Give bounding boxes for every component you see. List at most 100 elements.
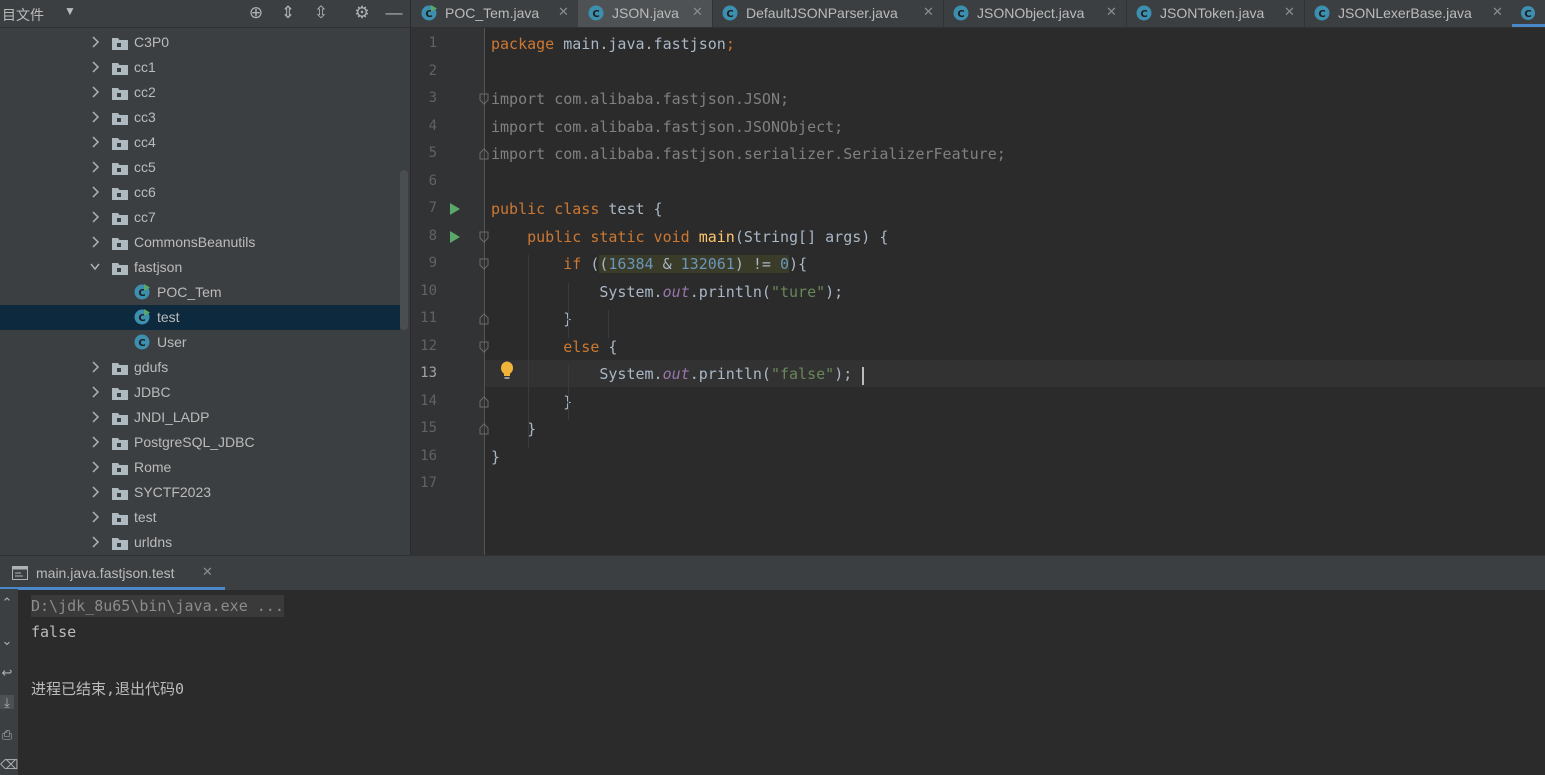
chevron-right-icon[interactable] <box>90 535 100 549</box>
chevron-right-icon[interactable] <box>90 135 100 149</box>
chevron-right-icon[interactable] <box>90 510 100 524</box>
run-gutter-icon[interactable] <box>448 202 462 216</box>
console-command[interactable]: D:\jdk_8u65\bin\java.exe ... <box>31 595 284 617</box>
fold-icon[interactable] <box>479 341 489 353</box>
close-icon[interactable]: ✕ <box>1492 4 1503 20</box>
tree-item[interactable]: cc4 <box>0 130 400 155</box>
run-tab[interactable]: main.java.fastjson.test ✕ <box>0 556 225 590</box>
scroll-up-icon[interactable]: ⌃ <box>0 595 14 610</box>
lightbulb-icon[interactable] <box>500 361 514 381</box>
code-line[interactable]: package main.java.fastjson; <box>491 35 735 53</box>
tree-item[interactable]: Ctest <box>0 305 400 330</box>
editor-tab[interactable]: C POC_Tem.java ✕ <box>411 0 579 27</box>
close-icon[interactable]: ✕ <box>1106 4 1117 20</box>
code-line[interactable]: import com.alibaba.fastjson.JSON; <box>491 90 789 108</box>
chevron-right-icon[interactable] <box>90 235 100 249</box>
chevron-right-icon[interactable] <box>90 485 100 499</box>
code-line[interactable]: } <box>491 393 572 411</box>
run-gutter-icon[interactable] <box>448 230 462 244</box>
tab-overflow[interactable]: C <box>1512 0 1545 27</box>
chevron-right-icon[interactable] <box>90 185 100 199</box>
fold-icon[interactable] <box>479 395 489 408</box>
print-icon[interactable]: ⎙ <box>0 727 14 742</box>
locate-icon[interactable]: ⊕ <box>246 3 266 23</box>
code-line[interactable]: public class test { <box>491 200 663 218</box>
tree-item[interactable]: cc1 <box>0 55 400 80</box>
chevron-right-icon[interactable] <box>90 460 100 474</box>
chevron-right-icon[interactable] <box>90 210 100 224</box>
fold-icon[interactable] <box>479 313 489 325</box>
chevron-right-icon[interactable] <box>90 85 100 99</box>
chevron-right-icon[interactable] <box>90 35 100 49</box>
tree-item[interactable]: test <box>0 505 400 530</box>
chevron-right-icon[interactable] <box>90 160 100 174</box>
editor-tab[interactable]: C JSONToken.java ✕ <box>1126 0 1305 27</box>
fold-icon[interactable] <box>479 231 489 243</box>
tree-item-label: POC_Tem <box>157 284 222 300</box>
chevron-down-icon[interactable] <box>90 260 100 274</box>
chevron-down-icon[interactable]: ▼ <box>64 4 76 18</box>
tree-item[interactable]: JDBC <box>0 380 400 405</box>
code-token: "false" <box>770 365 835 383</box>
editor-tab[interactable]: C JSONLexerBase.java ✕ <box>1304 0 1513 27</box>
close-icon[interactable]: ✕ <box>923 4 934 20</box>
close-icon[interactable]: ✕ <box>202 564 213 580</box>
soft-wrap-icon[interactable]: ↩ <box>0 665 14 680</box>
close-icon[interactable]: ✕ <box>1284 4 1295 20</box>
tree-item[interactable]: fastjson <box>0 255 400 280</box>
chevron-right-icon[interactable] <box>90 410 100 424</box>
code-line[interactable]: System.out.println("ture"); <box>491 283 843 301</box>
tree-item[interactable]: C POC_Tem <box>0 280 400 305</box>
code-line[interactable]: import com.alibaba.fastjson.JSONObject; <box>491 118 843 136</box>
close-icon[interactable]: ✕ <box>692 4 703 20</box>
scroll-down-icon[interactable]: ⌄ <box>0 633 14 648</box>
tree-item[interactable]: gdufs <box>0 355 400 380</box>
code-line[interactable]: System.out.println("false"); <box>491 365 852 383</box>
minimize-icon[interactable]: — <box>384 3 404 23</box>
trash-icon[interactable]: ⌫ <box>0 757 18 772</box>
fold-icon[interactable] <box>479 148 489 160</box>
chevron-right-icon[interactable] <box>90 60 100 74</box>
tree-item[interactable]: cc6 <box>0 180 400 205</box>
code-token: System. <box>491 282 663 301</box>
tree-item[interactable]: cc7 <box>0 205 400 230</box>
chevron-right-icon[interactable] <box>90 435 100 449</box>
fold-icon[interactable] <box>479 258 489 270</box>
collapse-all-icon[interactable]: ⇳ <box>311 3 331 23</box>
close-icon[interactable]: ✕ <box>558 4 569 20</box>
tree-item[interactable]: cc5 <box>0 155 400 180</box>
tree-scrollbar[interactable] <box>400 170 408 330</box>
tree-item[interactable]: CommonsBeanutils <box>0 230 400 255</box>
tree-item[interactable]: C3P0 <box>0 30 400 55</box>
chevron-right-icon[interactable] <box>90 110 100 124</box>
fold-icon[interactable] <box>479 93 489 105</box>
chevron-right-icon[interactable] <box>90 385 100 399</box>
code-line[interactable]: if ((16384 & 132061) != 0){ <box>491 255 807 273</box>
tree-item[interactable]: cc3 <box>0 105 400 130</box>
code-line[interactable]: } <box>491 420 536 438</box>
code-line[interactable]: import com.alibaba.fastjson.serializer.S… <box>491 145 1006 163</box>
tree-item[interactable]: C User <box>0 330 400 355</box>
chevron-right-icon[interactable] <box>90 360 100 374</box>
editor-tab-label: JSONObject.java <box>977 5 1085 21</box>
tree-item[interactable]: SYCTF2023 <box>0 480 400 505</box>
editor-tab[interactable]: C DefaultJSONParser.java ✕ <box>712 0 944 27</box>
code-token: package <box>491 35 564 53</box>
code-line[interactable]: public static void main(String[] args) { <box>491 228 888 246</box>
editor-tab[interactable]: C JSON.java ✕ <box>578 0 713 27</box>
code-line[interactable]: else { <box>491 338 617 356</box>
expand-all-icon[interactable]: ⇕ <box>278 3 298 23</box>
scroll-to-end-icon[interactable]: ⤓ <box>0 695 14 710</box>
gear-icon[interactable]: ⚙ <box>352 3 372 23</box>
tree-item[interactable]: PostgreSQL_JDBC <box>0 430 400 455</box>
tree-item[interactable]: cc2 <box>0 80 400 105</box>
console-output[interactable]: D:\jdk_8u65\bin\java.exe ... false 进程已结束… <box>18 589 1545 775</box>
code-editor[interactable]: 1 2 3 4 5 6 7 8 9 10 11 12 13 14 15 16 17 package main.j… <box>411 28 1545 555</box>
code-line[interactable]: } <box>491 310 572 328</box>
fold-icon[interactable] <box>479 423 489 435</box>
tree-item[interactable]: JNDI_LADP <box>0 405 400 430</box>
tree-item[interactable]: urldns <box>0 530 400 555</box>
editor-tab[interactable]: C JSONObject.java ✕ <box>943 0 1127 27</box>
tree-item[interactable]: Rome <box>0 455 400 480</box>
code-line[interactable]: } <box>491 448 500 466</box>
